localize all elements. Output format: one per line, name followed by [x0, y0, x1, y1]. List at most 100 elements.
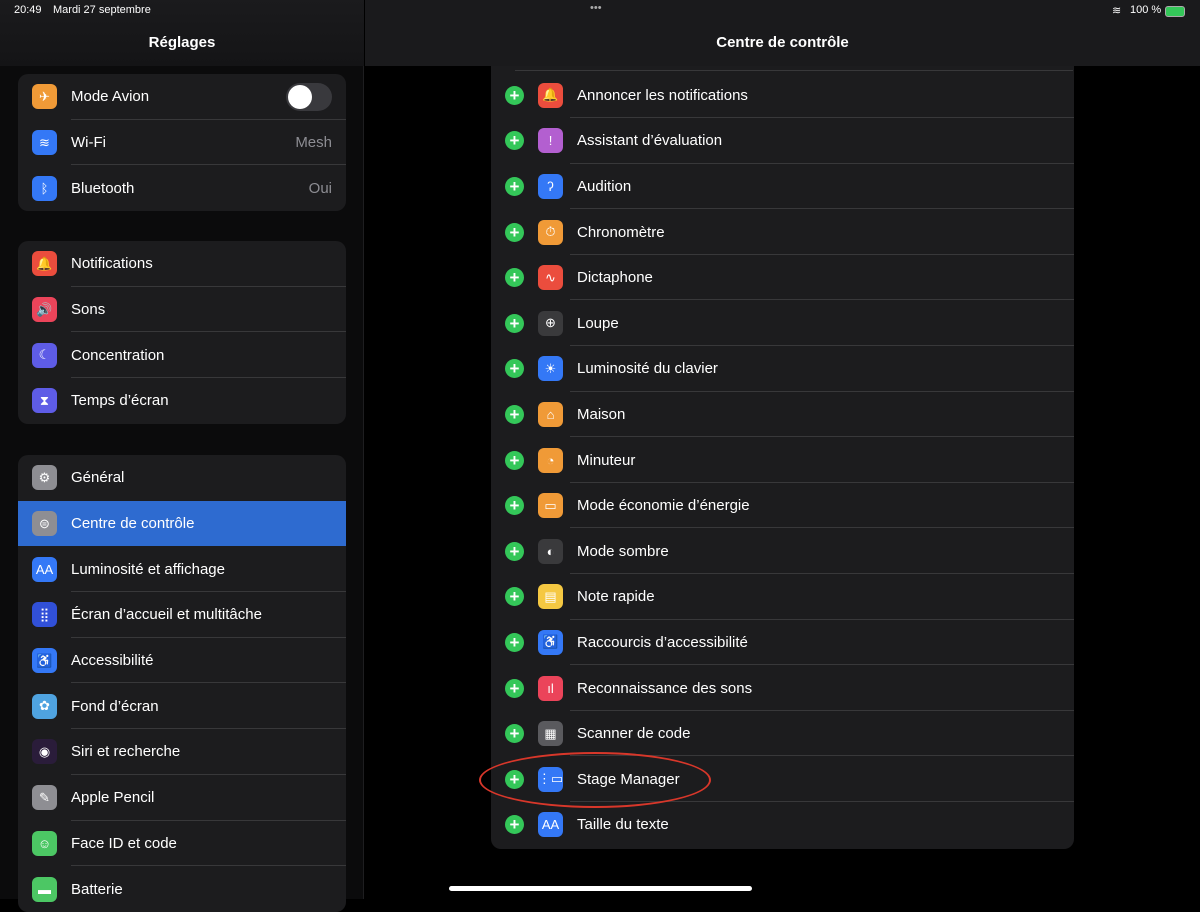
control-item-label: Audition — [577, 177, 632, 195]
sidebar-item-fond-d-cran[interactable]: ✿ Fond d’écran — [18, 683, 346, 729]
control-item: + ▦ Scanner de code — [491, 711, 1074, 757]
sidebar-item-concentration[interactable]: ☾ Concentration — [18, 332, 346, 378]
control-item: + ▤ Note rapide — [491, 574, 1074, 620]
control-item: +! Assistant d’évaluation — [491, 118, 1074, 164]
add-control-button[interactable]: + — [505, 587, 524, 607]
sidebar-item-mode-avion[interactable]: ✈ Mode Avion — [18, 74, 346, 120]
status-time: 20:49 — [14, 4, 42, 16]
control-item-label: Loupe — [577, 314, 619, 332]
sidebar-item-bluetooth[interactable]: ᛒ Bluetooth Oui — [18, 165, 346, 211]
control-item: + ıl Reconnaissance des sons — [491, 665, 1074, 711]
sidebar-item-label: Notifications — [71, 255, 153, 273]
control-item: + 🔔 Annoncer les notifications — [491, 73, 1074, 119]
sidebar-item-wi-fi[interactable]: ≋ Wi-Fi Mesh — [18, 120, 346, 166]
divider — [515, 70, 1073, 71]
wifi-status-icon: ≋ — [1112, 5, 1122, 17]
pencil-icon: ✎ — [32, 785, 57, 811]
quick-note-icon: ▤ — [538, 584, 563, 610]
sidebar-item-label: Batterie — [71, 880, 123, 898]
page-title: Centre de contrôle — [716, 34, 849, 51]
add-control-button[interactable]: + — [505, 313, 524, 333]
sidebar-item-sons[interactable]: 🔊 Sons — [18, 287, 346, 333]
sidebar-item-label: Siri et recherche — [71, 743, 181, 761]
sidebar-item-temps-d-cran[interactable]: ⧗ Temps d’écran — [18, 378, 346, 424]
switches-icon: ⊜ — [32, 511, 57, 537]
add-control-button[interactable]: + — [505, 496, 524, 516]
sidebar-item-label: Apple Pencil — [71, 789, 155, 807]
sidebar-item-value: Oui — [308, 179, 332, 197]
faceid-icon: ☺ — [32, 830, 57, 856]
speaker-icon: 🔊 — [32, 297, 57, 323]
home-indicator[interactable] — [449, 886, 752, 891]
control-item-label: Assistant d’évaluation — [577, 132, 723, 150]
add-control-button[interactable]: + — [505, 815, 524, 835]
add-control-button[interactable]: + — [505, 724, 524, 744]
sidebar-item-accessibilit-[interactable]: ♿ Accessibilité — [18, 638, 346, 684]
add-control-button[interactable]: + — [505, 632, 524, 652]
battery-percent: 100 % — [1130, 4, 1162, 16]
grid-icon: ⣿ — [32, 602, 57, 628]
airplane-mode-toggle[interactable] — [286, 82, 332, 111]
sidebar-item-label: Wi-Fi — [71, 134, 106, 152]
add-control-button[interactable]: + — [505, 222, 524, 242]
sidebar-item-label: Fond d’écran — [71, 697, 159, 715]
control-item-label: Dictaphone — [577, 269, 653, 287]
control-item-label: Raccourcis d’accessibilité — [577, 633, 748, 651]
bell-icon: 🔔 — [538, 82, 563, 108]
control-item-label: Chronomètre — [577, 223, 665, 241]
sidebar-item-value: Mesh — [295, 134, 332, 152]
add-control-button[interactable]: + — [505, 450, 524, 470]
sidebar-item-batterie[interactable]: ▬ Batterie — [18, 866, 346, 912]
add-control-button[interactable]: + — [505, 131, 524, 151]
add-control-button[interactable]: + — [505, 176, 524, 196]
sidebar-item-label: Concentration — [71, 346, 165, 364]
control-center-more-controls-list: + 🔔 Annoncer les notifications +! Assistant … — [491, 66, 1074, 849]
sidebar-item-face-id-et-code[interactable]: ☺ Face ID et code — [18, 821, 346, 867]
add-control-button[interactable]: + — [505, 85, 524, 105]
sidebar-item-centre-de-contr-le[interactable]: ⊜ Centre de contrôle — [18, 500, 346, 547]
add-control-button[interactable]: + — [505, 359, 524, 379]
control-item: + AA Taille du texte — [491, 802, 1074, 848]
sidebar-item-label: Mode Avion — [71, 88, 150, 106]
main-header: ••• ≋ 100 % Centre de contrôle — [365, 0, 1200, 66]
multitask-dots[interactable]: ••• — [590, 2, 602, 14]
feedback-icon: ! — [538, 128, 563, 154]
control-item: + ♿ Raccourcis d’accessibilité — [491, 620, 1074, 666]
stopwatch-icon: ⏱ — [538, 219, 563, 245]
control-item: + ◔ Minuteur — [491, 437, 1074, 483]
control-item-label: Luminosité du clavier — [577, 360, 718, 378]
add-control-button[interactable]: + — [505, 678, 524, 698]
add-control-button[interactable]: + — [505, 404, 524, 424]
sidebar-item-g-n-ral[interactable]: ⚙ Général — [18, 455, 346, 501]
hourglass-icon: ⧗ — [32, 388, 57, 414]
qr-code-icon: ▦ — [538, 721, 563, 747]
moon-icon: ☾ — [32, 342, 57, 368]
sidebar-item-label: Général — [71, 469, 125, 487]
add-control-button[interactable]: + — [505, 268, 524, 288]
control-item: + ⌂ Maison — [491, 392, 1074, 438]
sidebar-group: ⚙ Général ⊜ Centre de contrôle AA Luminosité … — [18, 455, 346, 912]
gear-icon: ⚙ — [32, 465, 57, 491]
dark-mode-icon: ◐ — [538, 538, 563, 564]
sidebar-item-notifications[interactable]: 🔔 Notifications — [18, 241, 346, 287]
add-control-button[interactable]: + — [505, 541, 524, 561]
home-icon: ⌂ — [538, 401, 563, 427]
keyboard-brightness-icon: ☀ — [538, 356, 563, 382]
sound-recognition-icon: ıl — [538, 675, 563, 701]
sidebar-item-luminosit-et-affichage[interactable]: AA Luminosité et affichage — [18, 546, 346, 592]
sidebar-item-siri-et-recherche[interactable]: ◉ Siri et recherche — [18, 729, 346, 775]
sidebar-item-apple-pencil[interactable]: ✎ Apple Pencil — [18, 775, 346, 821]
ear-icon: ʔ — [538, 173, 563, 199]
battery-icon: ▬ — [32, 876, 57, 902]
sidebar-item-label: Accessibilité — [71, 652, 154, 670]
control-item-label: Mode sombre — [577, 542, 669, 560]
sidebar-item--cran-d-accueil-et-multit-che[interactable]: ⣿ Écran d’accueil et multitâche — [18, 592, 346, 638]
airplane-icon: ✈ — [32, 84, 57, 110]
timer-icon: ◔ — [538, 447, 563, 473]
status-date: Mardi 27 septembre — [53, 4, 151, 16]
control-item-label: Maison — [577, 405, 626, 423]
control-item: + ⏱ Chronomètre — [491, 209, 1074, 255]
control-item-label: Minuteur — [577, 451, 636, 469]
flower-icon: ✿ — [32, 693, 57, 719]
battery-charging-icon — [1165, 6, 1185, 17]
